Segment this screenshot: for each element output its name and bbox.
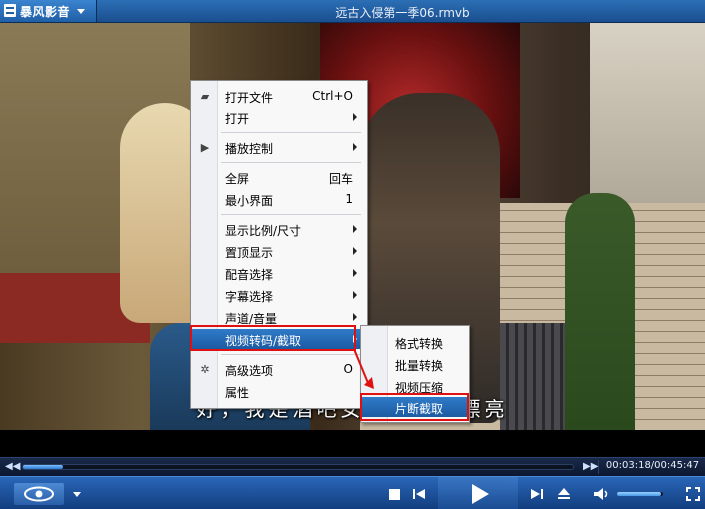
menu-item-shortcut: 1 — [345, 192, 353, 206]
volume-fill — [617, 492, 661, 496]
control-bar — [0, 476, 705, 509]
eye-dropdown-icon[interactable] — [73, 492, 81, 497]
play-button[interactable] — [438, 477, 518, 509]
menu-item-open[interactable]: 打开 — [191, 107, 367, 127]
callout-arrow-icon — [353, 348, 374, 389]
gear-icon: ✲ — [200, 363, 210, 376]
folder-icon: ▰ — [200, 90, 210, 103]
callout-highlight-menu — [190, 325, 356, 351]
menu-item-label: 置顶显示 — [225, 246, 274, 260]
menu-item-playback-control[interactable]: ▶ 播放控制 — [191, 137, 367, 157]
context-menu: ▰ 打开文件 Ctrl+O 打开 ▶ 播放控制 全屏 回车 最小界面 1 显示比… — [190, 80, 368, 409]
menu-separator — [221, 214, 361, 215]
eye-button[interactable] — [14, 483, 64, 505]
menu-item-label: 高级选项 — [225, 364, 274, 378]
submenu-item-label: 格式转换 — [395, 337, 444, 351]
submenu-arrow-icon — [353, 143, 357, 151]
menu-separator — [221, 354, 361, 355]
menu-item-label: 打开 — [225, 112, 250, 126]
menu-item-label: 打开文件 — [225, 91, 274, 105]
menu-item-advanced-options[interactable]: ✲ 高级选项 O — [191, 359, 367, 379]
menu-item-shortcut: 回车 — [328, 172, 353, 186]
rewind-icon[interactable]: ◀◀ — [5, 461, 20, 472]
menu-item-always-on-top[interactable]: 置顶显示 — [191, 241, 367, 261]
speaker-icon[interactable] — [593, 487, 611, 501]
submenu-arrow-icon — [353, 113, 357, 121]
title-bar: 暴风影音 远古入侵第一季06.rmvb — [0, 0, 705, 23]
fullscreen-icon[interactable] — [686, 487, 700, 501]
menu-item-label: 字幕选择 — [225, 290, 274, 304]
submenu-arrow-icon — [353, 247, 357, 255]
next-icon[interactable] — [531, 488, 543, 500]
seek-bar-area: ◀◀ ▶▶ 00:03:18/00:45:47 — [0, 457, 705, 476]
play-small-icon: ▶ — [200, 141, 210, 154]
menu-item-open-file[interactable]: ▰ 打开文件 Ctrl+O — [191, 86, 367, 106]
volume-slider[interactable] — [617, 492, 663, 496]
menu-item-label: 属性 — [225, 386, 250, 400]
submenu-arrow-icon — [353, 269, 357, 277]
submenu-arrow-icon — [353, 225, 357, 233]
eject-icon[interactable] — [557, 487, 571, 500]
menu-item-label: 显示比例/尺寸 — [225, 224, 302, 238]
menu-item-shortcut: Ctrl+O — [312, 89, 353, 103]
menu-item-properties[interactable]: 属性 — [191, 381, 367, 401]
submenu-arrow-icon — [353, 291, 357, 299]
menu-item-label: 全屏 — [225, 172, 250, 186]
video-frame-window — [590, 23, 705, 203]
seek-slider[interactable] — [22, 464, 574, 470]
menu-item-channel-volume[interactable]: 声道/音量 — [191, 307, 367, 327]
menu-separator — [221, 132, 361, 133]
menu-item-fullscreen[interactable]: 全屏 回车 — [191, 167, 367, 187]
play-icon — [472, 484, 489, 504]
menu-item-label: 配音选择 — [225, 268, 274, 282]
window-title: 远古入侵第一季06.rmvb — [335, 6, 470, 20]
menu-separator — [221, 162, 361, 163]
fast-forward-icon[interactable]: ▶▶ — [583, 461, 598, 472]
eye-icon — [24, 486, 54, 502]
menu-item-subtitle-select[interactable]: 字幕选择 — [191, 285, 367, 305]
menu-item-audio-track[interactable]: 配音选择 — [191, 263, 367, 283]
time-display: 00:03:18/00:45:47 — [598, 460, 705, 474]
stop-icon[interactable] — [389, 489, 400, 500]
submenu-item-label: 批量转换 — [395, 359, 444, 373]
menu-item-mini-mode[interactable]: 最小界面 1 — [191, 189, 367, 209]
menu-item-label: 最小界面 — [225, 194, 274, 208]
submenu-arrow-icon — [353, 313, 357, 321]
seek-progress-fill — [23, 465, 63, 469]
menu-item-label: 播放控制 — [225, 142, 274, 156]
menu-item-aspect-ratio[interactable]: 显示比例/尺寸 — [191, 219, 367, 239]
previous-icon[interactable] — [413, 488, 425, 500]
